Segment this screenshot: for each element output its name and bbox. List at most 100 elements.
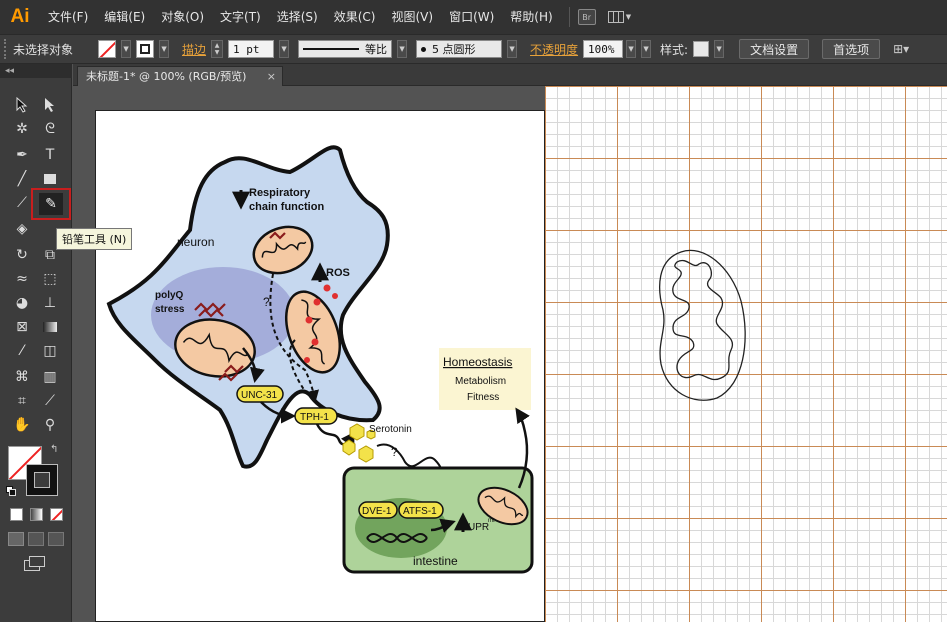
placed-figure[interactable]: Respiratory chain function ROS neuron po… xyxy=(95,110,545,622)
canvas[interactable]: Respiratory chain function ROS neuron po… xyxy=(73,86,947,622)
fitness-label: Fitness xyxy=(467,392,499,403)
stroke-weight-stepper[interactable]: ▲ ▼ xyxy=(211,40,224,58)
symbol-sprayer-tool-icon[interactable]: ⌘ xyxy=(10,366,34,388)
close-icon[interactable]: × xyxy=(267,67,276,87)
stroke-weight-input[interactable]: 1 pt xyxy=(228,40,275,58)
pencil-glyph: ✎ xyxy=(39,193,63,215)
stroke-weight-dropdown[interactable]: ▼ xyxy=(279,40,290,58)
menu-divider xyxy=(568,7,570,27)
stroke-profile-value: 等比 xyxy=(365,43,388,56)
traced-outer-outline xyxy=(659,249,746,401)
menu-select[interactable]: 选择(S) xyxy=(269,0,326,34)
artboard-tool-icon[interactable]: ⌗ xyxy=(10,390,34,412)
lasso-tool-icon[interactable]: ᘓ xyxy=(38,118,62,140)
opacity-input[interactable]: 100% xyxy=(583,40,624,58)
type-tool-icon[interactable]: T xyxy=(38,144,62,166)
arrange-icon[interactable]: ⊞▾ xyxy=(893,42,909,56)
eyedropper-tool-icon[interactable]: ⁄ xyxy=(10,340,34,362)
atfs1-label: ATFS-1 xyxy=(403,506,437,517)
stroke-profile-dropdown[interactable]: ▼ xyxy=(397,40,408,58)
default-colors-icon[interactable] xyxy=(6,486,16,496)
chevron-down-icon: ▼ xyxy=(625,13,632,21)
opacity-label[interactable]: 不透明度 xyxy=(530,41,578,58)
control-bar: 未选择对象 ▼ ▼ 描边 ▲ ▼ 1 pt ▼ 等比 ▼ 5 点圆形 ▼ 不透明度… xyxy=(0,34,947,64)
gradient-tool-icon[interactable] xyxy=(38,316,62,338)
slice-tool-icon[interactable]: ⟋ xyxy=(38,390,62,412)
ros-label: ROS xyxy=(326,267,350,279)
tph1-label: TPH-1 xyxy=(300,412,329,423)
menu-effect[interactable]: 效果(C) xyxy=(326,0,384,34)
rotate-tool-icon[interactable]: ↻ xyxy=(10,244,34,266)
serotonin-label: Serotonin xyxy=(369,424,412,435)
respiratory-label-1: Respiratory xyxy=(249,187,311,199)
menu-object[interactable]: 对象(O) xyxy=(153,0,212,34)
collapse-icon[interactable]: ◂◂ xyxy=(5,66,14,76)
menu-window[interactable]: 窗口(W) xyxy=(441,0,502,34)
toolbox-header[interactable]: ◂◂ xyxy=(0,64,72,78)
selection-tool-icon[interactable] xyxy=(10,94,34,116)
blend-tool-icon[interactable]: ◫ xyxy=(38,340,62,362)
rectangle-tool-icon[interactable] xyxy=(38,168,62,190)
perspective-grid-tool-icon[interactable]: ⊥ xyxy=(38,292,62,314)
shape-builder-tool-icon[interactable]: ◕ xyxy=(10,292,34,314)
menu-file[interactable]: 文件(F) xyxy=(40,0,96,34)
stroke-profile-select[interactable]: 等比 xyxy=(298,40,393,58)
pencil-tool-icon[interactable]: ✎ xyxy=(31,188,71,220)
graphic-style-dropdown[interactable]: ▼ xyxy=(714,40,725,58)
document-setup-button[interactable]: 文档设置 xyxy=(739,39,810,59)
draw-normal-icon[interactable] xyxy=(8,532,24,546)
width-tool-icon[interactable]: ≈ xyxy=(10,268,34,290)
graphic-style-swatch[interactable] xyxy=(693,41,710,57)
menu-edit[interactable]: 编辑(E) xyxy=(96,0,153,34)
direct-selection-tool-icon[interactable] xyxy=(38,94,62,116)
neuron-label: neuron xyxy=(177,235,214,249)
menu-view[interactable]: 视图(V) xyxy=(383,0,441,34)
mesh-tool-icon[interactable]: ⊠ xyxy=(10,316,34,338)
fill-swatch[interactable] xyxy=(98,40,117,58)
blob-brush-tool-icon[interactable]: ◈ xyxy=(10,218,34,240)
draw-behind-icon[interactable] xyxy=(28,532,44,546)
column-graph-tool-icon[interactable]: ▥ xyxy=(38,366,62,388)
arrange-documents-icon xyxy=(607,11,624,23)
line-tool-icon[interactable]: ╱ xyxy=(10,168,34,190)
menu-type[interactable]: 文字(T) xyxy=(212,0,269,34)
panel-grip[interactable] xyxy=(4,39,8,59)
brush-value: 5 点圆形 xyxy=(432,43,476,56)
document-tab[interactable]: 未标题-1* @ 100% (RGB/预览) × xyxy=(77,66,283,86)
stroke-color-dropdown[interactable]: ▼ xyxy=(159,40,170,58)
unc31-label: UNC-31 xyxy=(241,390,278,401)
stroke-color-box[interactable] xyxy=(26,464,58,496)
bridge-button[interactable]: Br xyxy=(577,9,596,25)
traced-mitochondrion[interactable] xyxy=(653,246,753,406)
polyq-label-1: polyQ xyxy=(155,290,184,301)
stroke-profile-line xyxy=(303,48,360,50)
document-tab-strip: 未标题-1* @ 100% (RGB/预览) × xyxy=(73,64,947,86)
brush-select[interactable]: 5 点圆形 xyxy=(416,40,503,58)
tool-tooltip: 铅笔工具 (N) xyxy=(56,228,133,250)
brush-dot-icon xyxy=(421,46,427,52)
workspace-switcher[interactable]: ▼ xyxy=(607,9,636,25)
opacity-dropdown[interactable]: ▼ xyxy=(626,40,637,58)
screen-mode-icon[interactable] xyxy=(24,556,46,572)
hand-tool-icon[interactable]: ✋ xyxy=(10,414,34,436)
dve1-label: DVE-1 xyxy=(362,506,392,517)
color-mode-icon[interactable] xyxy=(10,508,23,521)
swap-fill-stroke-icon[interactable]: ↰ xyxy=(50,444,58,455)
opacity-dropdown-2[interactable]: ▼ xyxy=(641,40,652,58)
preferences-button[interactable]: 首选项 xyxy=(822,39,881,59)
menu-bar: Ai 文件(F) 编辑(E) 对象(O) 文字(T) 选择(S) 效果(C) 视… xyxy=(0,0,947,34)
stroke-swatch[interactable] xyxy=(136,40,155,58)
stroke-label[interactable]: 描边 xyxy=(182,41,206,58)
draw-inside-icon[interactable] xyxy=(48,532,64,546)
serotonin-question-mark: ? xyxy=(391,445,398,459)
zoom-tool-icon[interactable]: ⚲ xyxy=(38,414,62,436)
magic-wand-tool-icon[interactable]: ✲ xyxy=(10,118,34,140)
menu-help[interactable]: 帮助(H) xyxy=(502,0,560,34)
fill-dropdown[interactable]: ▼ xyxy=(121,40,132,58)
pen-tool-icon[interactable]: ✒ xyxy=(10,144,34,166)
gradient-mode-icon[interactable] xyxy=(30,508,43,521)
none-mode-icon[interactable] xyxy=(50,508,63,521)
traced-inner-outline xyxy=(672,259,734,381)
brush-dropdown[interactable]: ▼ xyxy=(507,40,518,58)
free-transform-tool-icon[interactable]: ⬚ xyxy=(38,268,62,290)
